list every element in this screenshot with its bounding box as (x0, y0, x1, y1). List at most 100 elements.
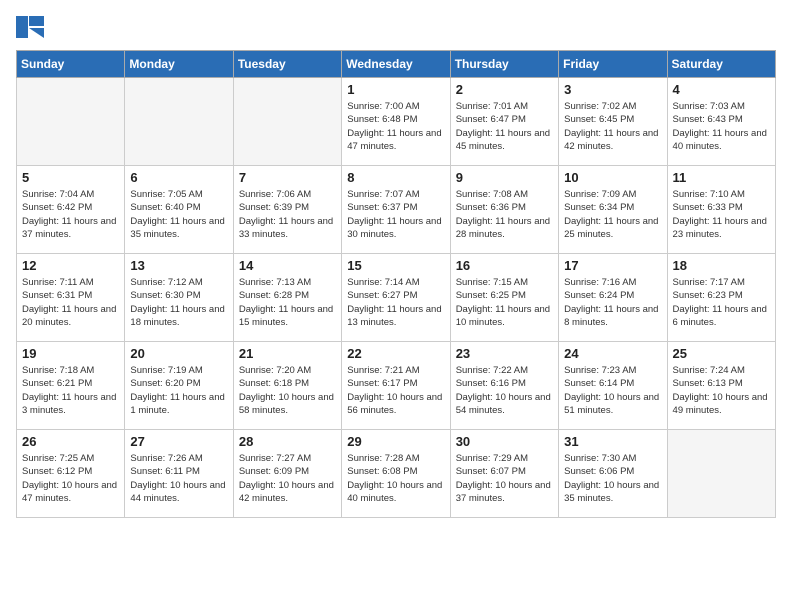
day-number: 19 (22, 346, 119, 361)
day-number: 26 (22, 434, 119, 449)
calendar-cell: 12 Sunrise: 7:11 AMSunset: 6:31 PMDayligh… (17, 254, 125, 342)
logo (16, 16, 48, 38)
day-number: 3 (564, 82, 661, 97)
day-number: 20 (130, 346, 227, 361)
logo-icon (16, 16, 44, 38)
day-detail: Sunrise: 7:15 AMSunset: 6:25 PMDaylight:… (456, 276, 553, 329)
day-detail: Sunrise: 7:30 AMSunset: 6:06 PMDaylight:… (564, 452, 661, 505)
day-number: 13 (130, 258, 227, 273)
day-detail: Sunrise: 7:01 AMSunset: 6:47 PMDaylight:… (456, 100, 553, 153)
calendar-cell: 23 Sunrise: 7:22 AMSunset: 6:16 PMDayligh… (450, 342, 558, 430)
day-detail: Sunrise: 7:23 AMSunset: 6:14 PMDaylight:… (564, 364, 661, 417)
day-detail: Sunrise: 7:17 AMSunset: 6:23 PMDaylight:… (673, 276, 770, 329)
day-detail: Sunrise: 7:07 AMSunset: 6:37 PMDaylight:… (347, 188, 444, 241)
calendar-cell: 22Sunrise: 7:21 AMSunset: 6:17 PMDayligh… (342, 342, 450, 430)
day-number: 28 (239, 434, 336, 449)
calendar-cell: 18 Sunrise: 7:17 AMSunset: 6:23 PMDayligh… (667, 254, 775, 342)
day-number: 14 (239, 258, 336, 273)
calendar-cell: 11 Sunrise: 7:10 AMSunset: 6:33 PMDayligh… (667, 166, 775, 254)
calendar-week-row: 5 Sunrise: 7:04 AMSunset: 6:42 PMDaylight… (17, 166, 776, 254)
day-detail: Sunrise: 7:05 AMSunset: 6:40 PMDaylight:… (130, 188, 227, 241)
day-number: 22 (347, 346, 444, 361)
calendar-cell: 1 Sunrise: 7:00 AMSunset: 6:48 PMDaylight… (342, 78, 450, 166)
column-header-friday: Friday (559, 51, 667, 78)
day-detail: Sunrise: 7:06 AMSunset: 6:39 PMDaylight:… (239, 188, 336, 241)
calendar-cell: 5 Sunrise: 7:04 AMSunset: 6:42 PMDaylight… (17, 166, 125, 254)
column-header-thursday: Thursday (450, 51, 558, 78)
day-detail: Sunrise: 7:00 AMSunset: 6:48 PMDaylight:… (347, 100, 444, 153)
calendar-cell: 2 Sunrise: 7:01 AMSunset: 6:47 PMDaylight… (450, 78, 558, 166)
calendar-cell: 7Sunrise: 7:06 AMSunset: 6:39 PMDaylight… (233, 166, 341, 254)
column-header-monday: Monday (125, 51, 233, 78)
day-number: 21 (239, 346, 336, 361)
day-detail: Sunrise: 7:09 AMSunset: 6:34 PMDaylight:… (564, 188, 661, 241)
day-number: 25 (673, 346, 770, 361)
day-detail: Sunrise: 7:24 AMSunset: 6:13 PMDaylight:… (673, 364, 770, 417)
day-detail: Sunrise: 7:10 AMSunset: 6:33 PMDaylight:… (673, 188, 770, 241)
day-detail: Sunrise: 7:25 AMSunset: 6:12 PMDaylight:… (22, 452, 119, 505)
calendar-cell: 17 Sunrise: 7:16 AMSunset: 6:24 PMDayligh… (559, 254, 667, 342)
calendar-cell: 30 Sunrise: 7:29 AMSunset: 6:07 PMDayligh… (450, 430, 558, 518)
day-number: 8 (347, 170, 444, 185)
calendar-cell: 15 Sunrise: 7:14 AMSunset: 6:27 PMDayligh… (342, 254, 450, 342)
calendar-cell: 8 Sunrise: 7:07 AMSunset: 6:37 PMDaylight… (342, 166, 450, 254)
day-number: 17 (564, 258, 661, 273)
calendar-cell: 10 Sunrise: 7:09 AMSunset: 6:34 PMDayligh… (559, 166, 667, 254)
day-number: 16 (456, 258, 553, 273)
calendar-header-row: SundayMondayTuesdayWednesdayThursdayFrid… (17, 51, 776, 78)
day-detail: Sunrise: 7:13 AMSunset: 6:28 PMDaylight:… (239, 276, 336, 329)
calendar-week-row: 1 Sunrise: 7:00 AMSunset: 6:48 PMDaylight… (17, 78, 776, 166)
calendar-cell: 24Sunrise: 7:23 AMSunset: 6:14 PMDayligh… (559, 342, 667, 430)
day-number: 23 (456, 346, 553, 361)
day-detail: Sunrise: 7:08 AMSunset: 6:36 PMDaylight:… (456, 188, 553, 241)
calendar-cell: 3 Sunrise: 7:02 AMSunset: 6:45 PMDaylight… (559, 78, 667, 166)
day-number: 18 (673, 258, 770, 273)
column-header-saturday: Saturday (667, 51, 775, 78)
day-number: 5 (22, 170, 119, 185)
calendar-cell: 26 Sunrise: 7:25 AMSunset: 6:12 PMDayligh… (17, 430, 125, 518)
calendar-cell: 13Sunrise: 7:12 AMSunset: 6:30 PMDayligh… (125, 254, 233, 342)
column-header-sunday: Sunday (17, 51, 125, 78)
day-number: 30 (456, 434, 553, 449)
calendar-week-row: 12 Sunrise: 7:11 AMSunset: 6:31 PMDayligh… (17, 254, 776, 342)
calendar-week-row: 26 Sunrise: 7:25 AMSunset: 6:12 PMDayligh… (17, 430, 776, 518)
day-detail: Sunrise: 7:20 AMSunset: 6:18 PMDaylight:… (239, 364, 336, 417)
calendar-week-row: 19 Sunrise: 7:18 AMSunset: 6:21 PMDayligh… (17, 342, 776, 430)
day-detail: Sunrise: 7:16 AMSunset: 6:24 PMDaylight:… (564, 276, 661, 329)
day-detail: Sunrise: 7:11 AMSunset: 6:31 PMDaylight:… (22, 276, 119, 329)
day-detail: Sunrise: 7:14 AMSunset: 6:27 PMDaylight:… (347, 276, 444, 329)
day-number: 9 (456, 170, 553, 185)
day-number: 10 (564, 170, 661, 185)
day-number: 15 (347, 258, 444, 273)
day-number: 4 (673, 82, 770, 97)
day-number: 6 (130, 170, 227, 185)
calendar-cell: 20 Sunrise: 7:19 AMSunset: 6:20 PMDayligh… (125, 342, 233, 430)
calendar-cell (233, 78, 341, 166)
day-detail: Sunrise: 7:04 AMSunset: 6:42 PMDaylight:… (22, 188, 119, 241)
calendar-cell: 14 Sunrise: 7:13 AMSunset: 6:28 PMDayligh… (233, 254, 341, 342)
calendar-cell: 27Sunrise: 7:26 AMSunset: 6:11 PMDayligh… (125, 430, 233, 518)
calendar-cell: 16 Sunrise: 7:15 AMSunset: 6:25 PMDayligh… (450, 254, 558, 342)
calendar-cell (667, 430, 775, 518)
calendar-cell (125, 78, 233, 166)
day-number: 2 (456, 82, 553, 97)
calendar-cell: 19 Sunrise: 7:18 AMSunset: 6:21 PMDayligh… (17, 342, 125, 430)
calendar-cell: 28 Sunrise: 7:27 AMSunset: 6:09 PMDayligh… (233, 430, 341, 518)
day-number: 12 (22, 258, 119, 273)
day-detail: Sunrise: 7:22 AMSunset: 6:16 PMDaylight:… (456, 364, 553, 417)
page-header (16, 16, 776, 38)
day-detail: Sunrise: 7:27 AMSunset: 6:09 PMDaylight:… (239, 452, 336, 505)
day-detail: Sunrise: 7:03 AMSunset: 6:43 PMDaylight:… (673, 100, 770, 153)
day-detail: Sunrise: 7:02 AMSunset: 6:45 PMDaylight:… (564, 100, 661, 153)
day-number: 29 (347, 434, 444, 449)
column-header-wednesday: Wednesday (342, 51, 450, 78)
day-detail: Sunrise: 7:29 AMSunset: 6:07 PMDaylight:… (456, 452, 553, 505)
day-number: 1 (347, 82, 444, 97)
day-detail: Sunrise: 7:19 AMSunset: 6:20 PMDaylight:… (130, 364, 227, 417)
day-detail: Sunrise: 7:28 AMSunset: 6:08 PMDaylight:… (347, 452, 444, 505)
calendar-cell: 21 Sunrise: 7:20 AMSunset: 6:18 PMDayligh… (233, 342, 341, 430)
day-number: 11 (673, 170, 770, 185)
calendar-cell: 31Sunrise: 7:30 AMSunset: 6:06 PMDayligh… (559, 430, 667, 518)
day-detail: Sunrise: 7:18 AMSunset: 6:21 PMDaylight:… (22, 364, 119, 417)
calendar-cell: 25 Sunrise: 7:24 AMSunset: 6:13 PMDayligh… (667, 342, 775, 430)
